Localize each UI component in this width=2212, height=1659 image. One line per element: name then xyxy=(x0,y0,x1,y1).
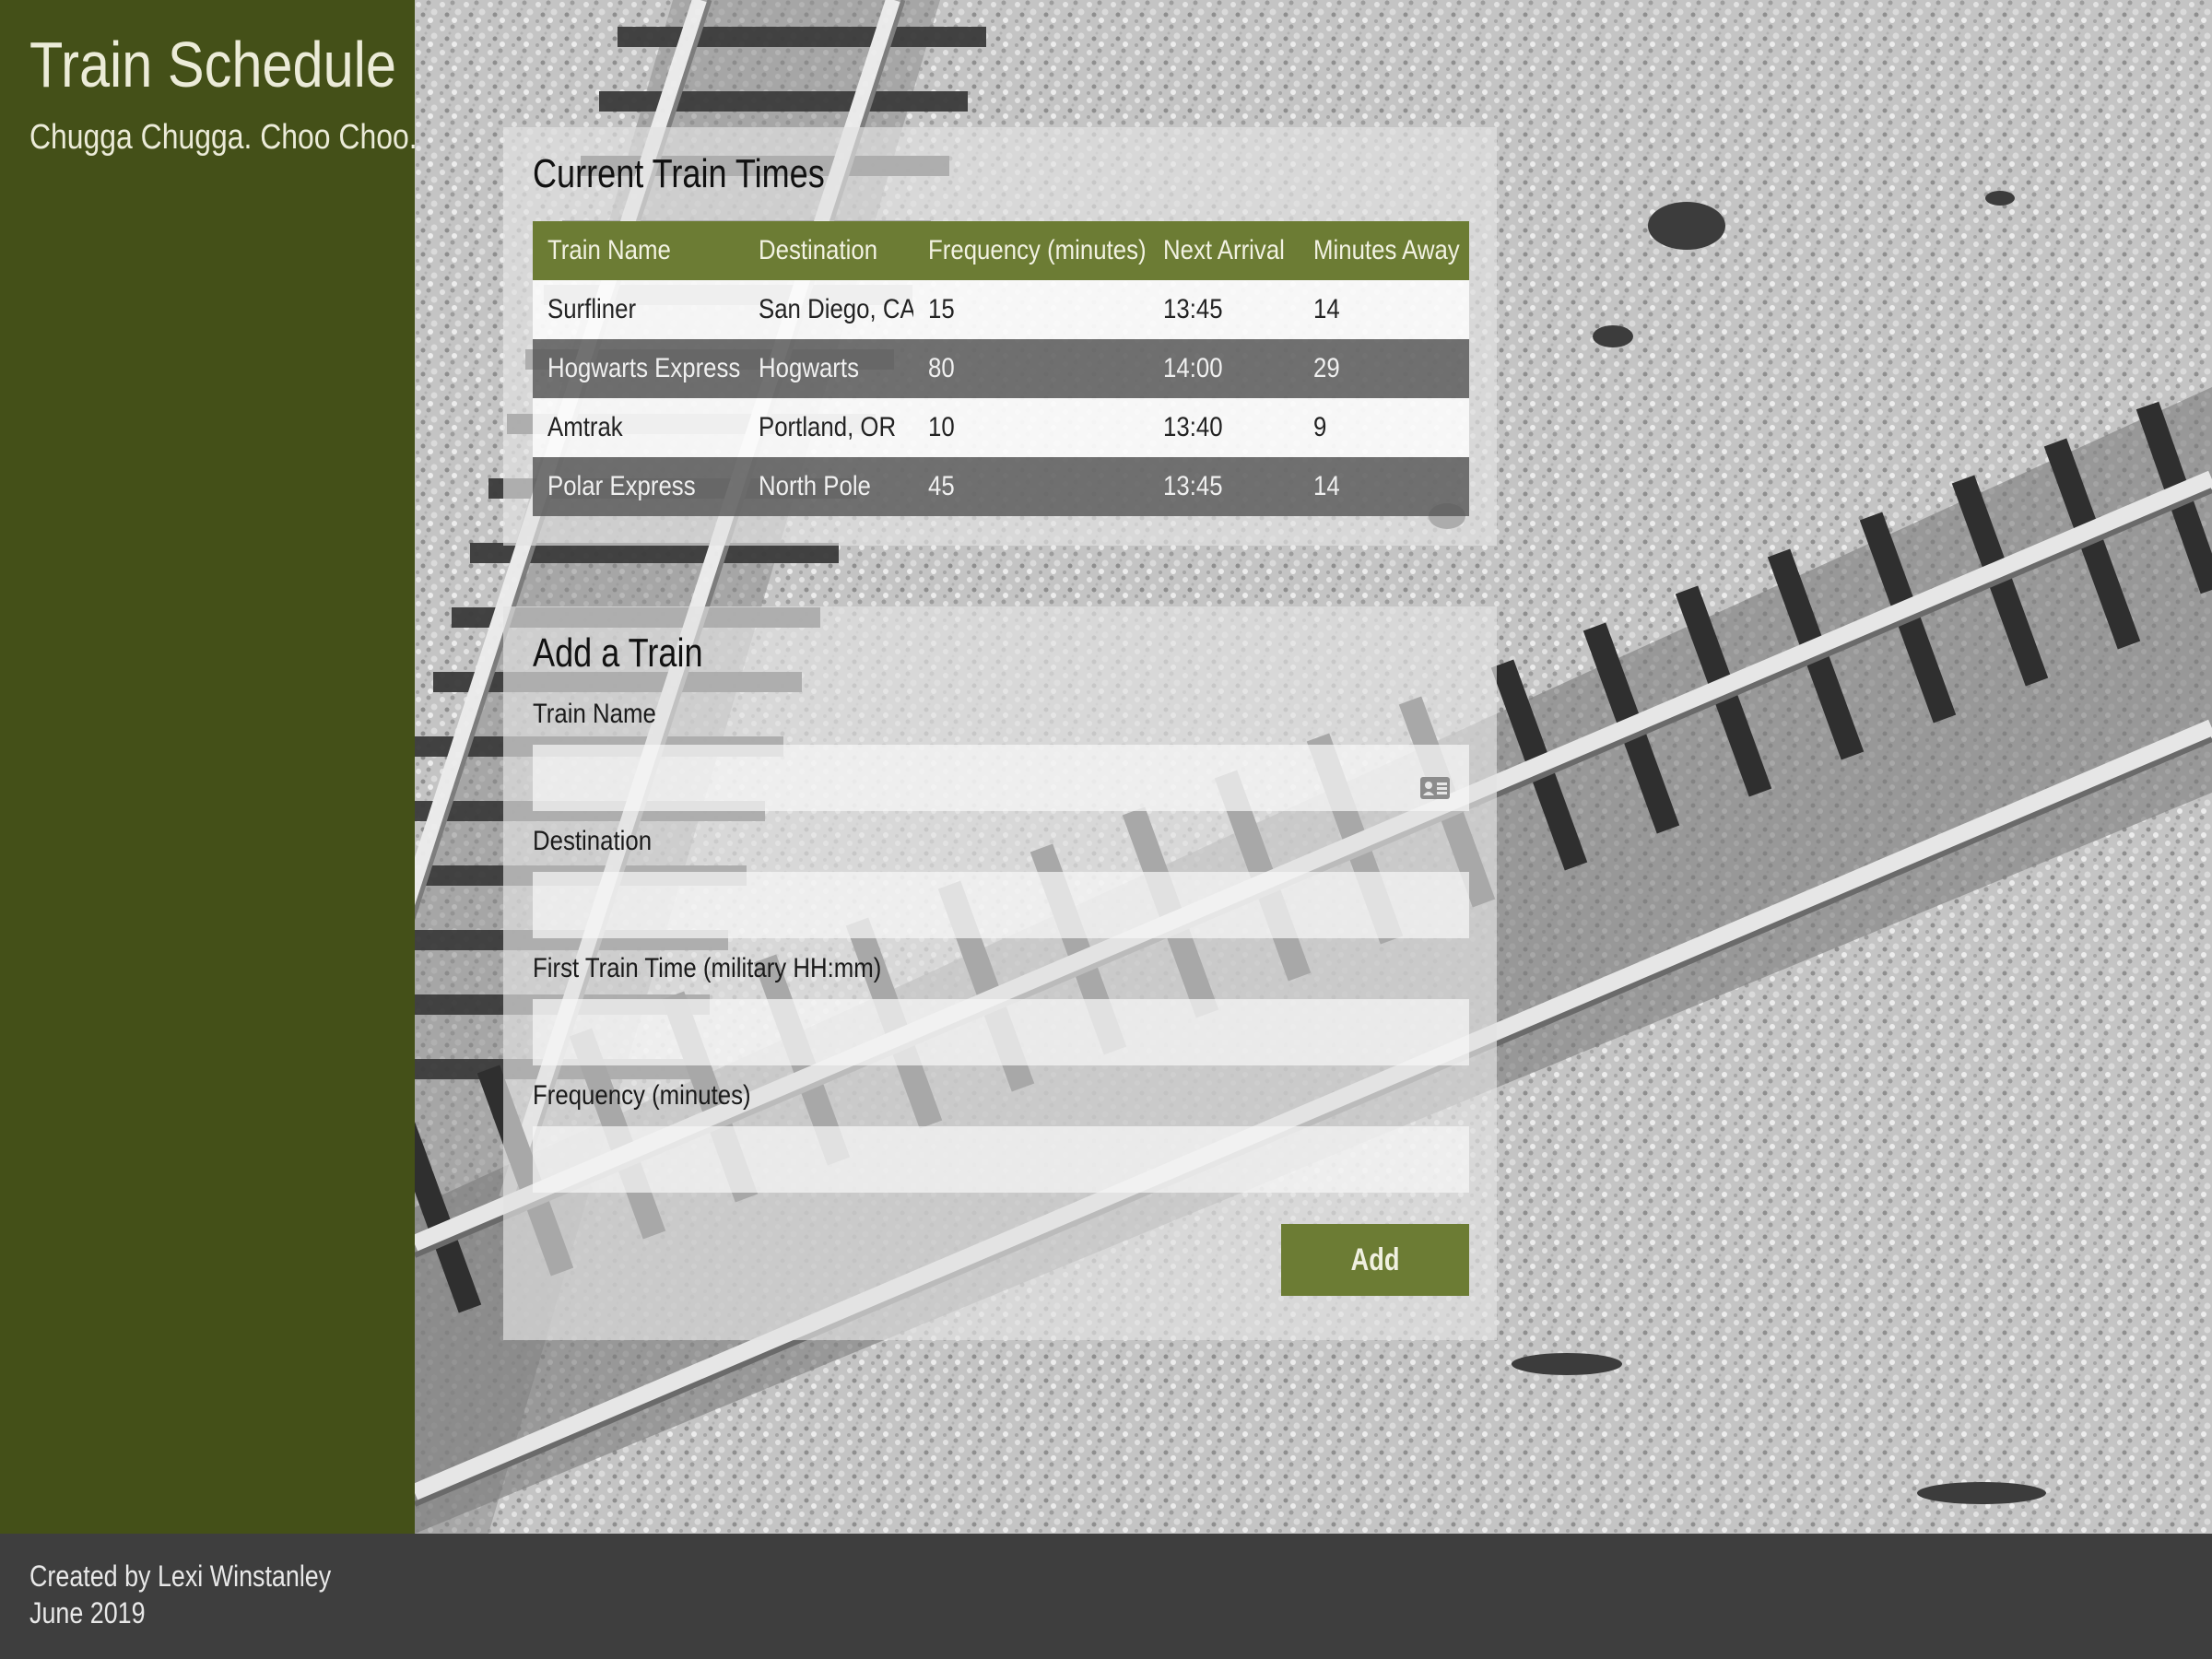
add-train-heading: Add a Train xyxy=(533,630,703,676)
minutes-away-cell: 9 xyxy=(1299,398,1469,457)
current-train-times-panel: Current Train Times Train Name Destinati… xyxy=(503,127,1497,546)
frequency-cell: 15 xyxy=(913,280,1148,339)
next-arrival-cell: 14:00 xyxy=(1148,339,1299,398)
destination-cell: North Pole xyxy=(744,457,913,516)
minutes-away-cell: 14 xyxy=(1299,457,1469,516)
current-train-times-heading: Current Train Times xyxy=(533,151,825,196)
minutes-away-cell: 14 xyxy=(1299,280,1469,339)
train-name-label: Train Name xyxy=(533,699,656,729)
train-name-input[interactable] xyxy=(533,745,1469,811)
first-train-time-label: First Train Time (military HH:mm) xyxy=(533,953,882,983)
footer-date: June 2019 xyxy=(29,1596,146,1630)
train-schedule-table: Train Name Destination Frequency (minute… xyxy=(533,221,1469,516)
frequency-input[interactable] xyxy=(533,1126,1469,1193)
contact-card-icon[interactable] xyxy=(1419,776,1451,805)
table-row: Polar Express North Pole 45 13:45 14 xyxy=(533,457,1469,516)
column-header-next-arrival: Next Arrival xyxy=(1148,221,1299,280)
next-arrival-cell: 13:45 xyxy=(1148,457,1299,516)
column-header-frequency: Frequency (minutes) xyxy=(913,221,1148,280)
destination-cell: San Diego, CA xyxy=(744,280,913,339)
train-name-cell: Hogwarts Express xyxy=(533,339,744,398)
destination-cell: Hogwarts xyxy=(744,339,913,398)
footer: Created by Lexi Winstanley June 2019 xyxy=(0,1534,2212,1659)
train-name-cell: Amtrak xyxy=(533,398,744,457)
column-header-train-name: Train Name xyxy=(533,221,744,280)
next-arrival-cell: 13:45 xyxy=(1148,280,1299,339)
column-header-minutes-away: Minutes Away xyxy=(1299,221,1469,280)
column-header-destination: Destination xyxy=(744,221,913,280)
site-tagline: Chugga Chugga. Choo Choo. xyxy=(29,118,418,157)
destination-cell: Portland, OR xyxy=(744,398,913,457)
table-row: Amtrak Portland, OR 10 13:40 9 xyxy=(533,398,1469,457)
next-arrival-cell: 13:40 xyxy=(1148,398,1299,457)
table-header-row: Train Name Destination Frequency (minute… xyxy=(533,221,1469,280)
table-row: Hogwarts Express Hogwarts 80 14:00 29 xyxy=(533,339,1469,398)
frequency-label: Frequency (minutes) xyxy=(533,1080,751,1111)
minutes-away-cell: 29 xyxy=(1299,339,1469,398)
add-train-button[interactable]: Add xyxy=(1281,1224,1469,1296)
train-name-cell: Surfliner xyxy=(533,280,744,339)
site-title: Train Schedule xyxy=(29,29,396,100)
frequency-cell: 45 xyxy=(913,457,1148,516)
add-button-label: Add xyxy=(1350,1241,1400,1277)
add-train-panel: Add a Train Train Name Destination First… xyxy=(503,606,1497,1340)
destination-label: Destination xyxy=(533,826,653,856)
train-name-cell: Polar Express xyxy=(533,457,744,516)
frequency-cell: 10 xyxy=(913,398,1148,457)
footer-credit: Created by Lexi Winstanley xyxy=(29,1559,332,1593)
table-row: Surfliner San Diego, CA 15 13:45 14 xyxy=(533,280,1469,339)
frequency-cell: 80 xyxy=(913,339,1148,398)
destination-input[interactable] xyxy=(533,872,1469,938)
first-train-time-input[interactable] xyxy=(533,999,1469,1065)
sidebar: Train Schedule Chugga Chugga. Choo Choo. xyxy=(0,0,418,1534)
